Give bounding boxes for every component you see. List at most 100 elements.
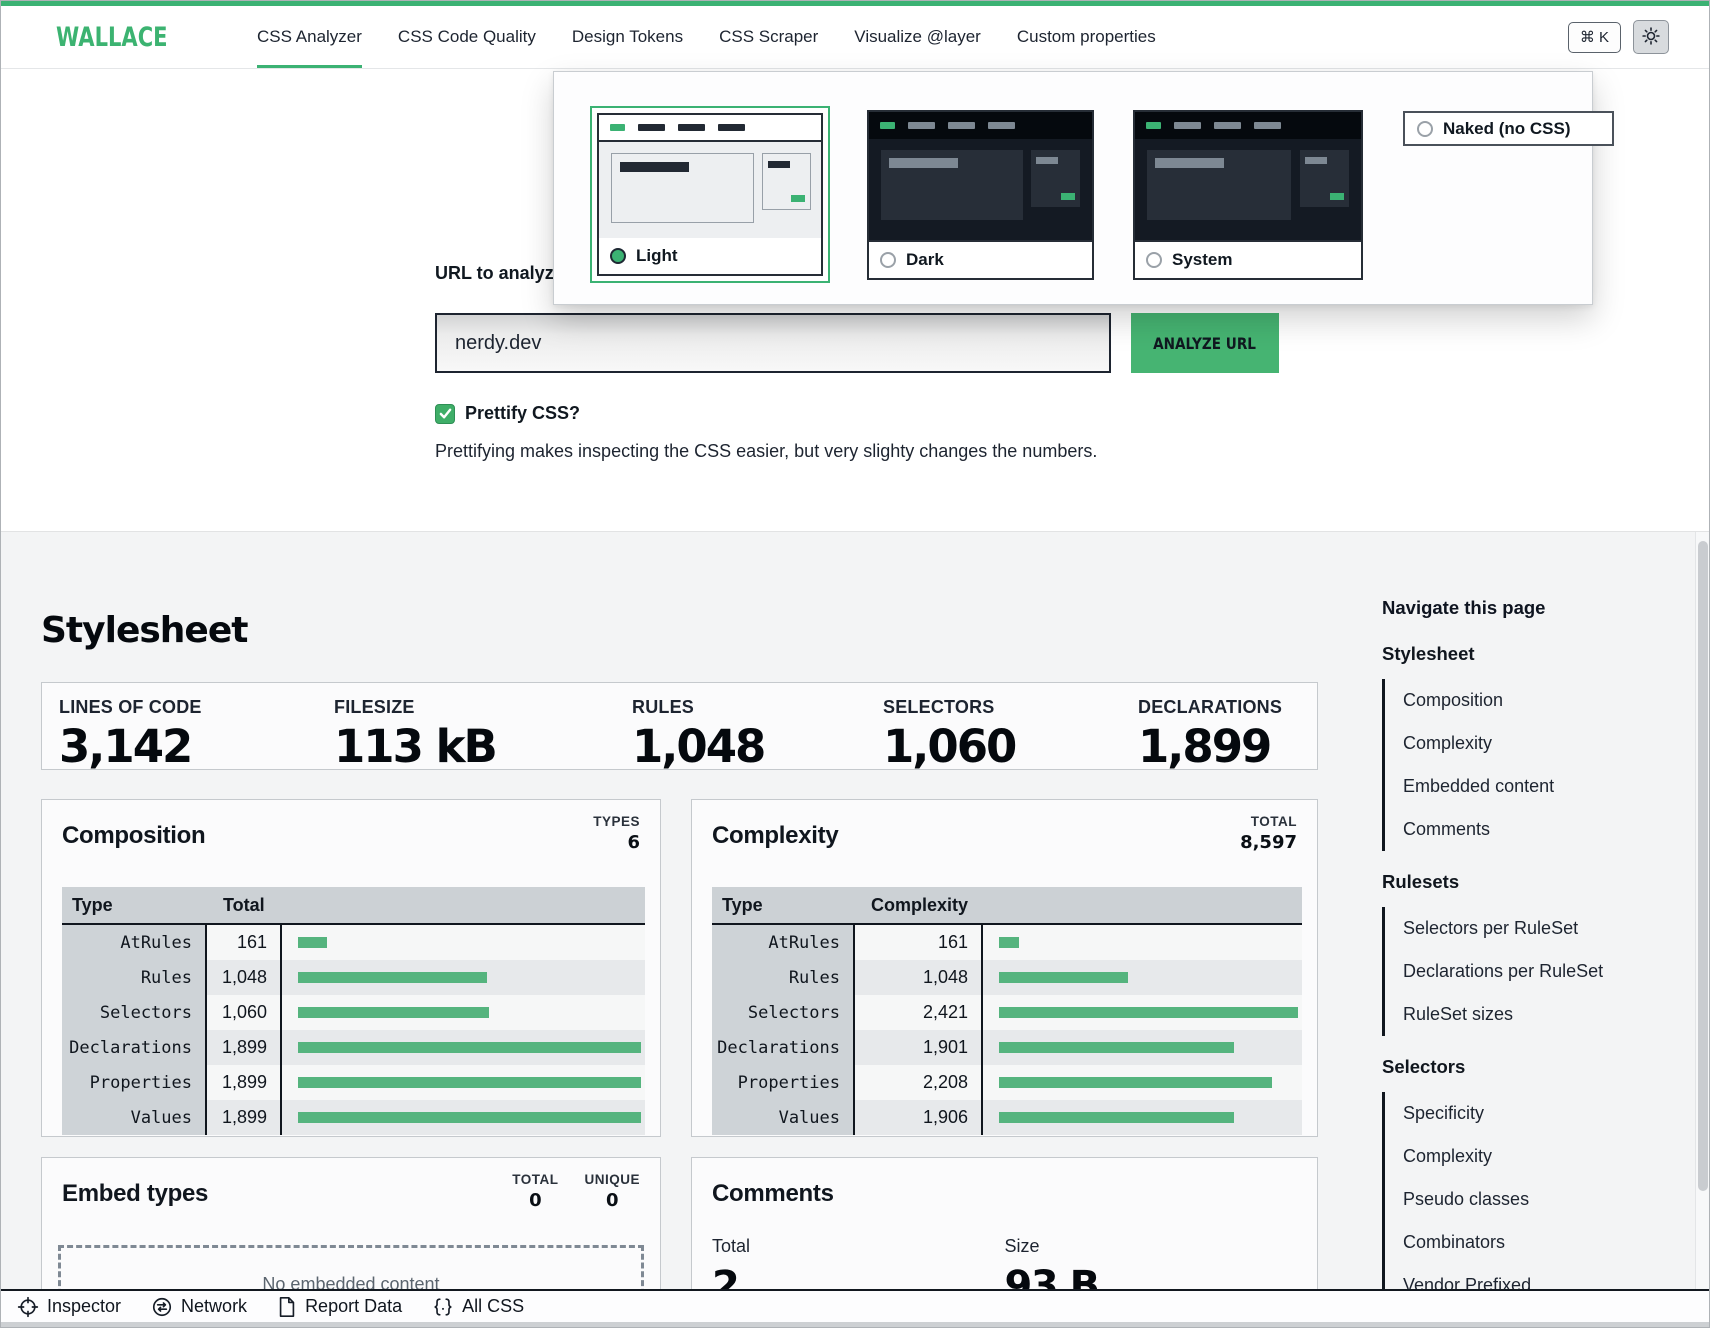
- stat-label: SELECTORS: [883, 697, 1015, 718]
- crosshair-icon: [17, 1296, 39, 1318]
- page-nav-item-complexity[interactable]: Complexity: [1403, 722, 1632, 765]
- table-row: Selectors1,060: [62, 995, 645, 1030]
- row-bar-cell: [983, 1065, 1302, 1100]
- comments-size-label: Size: [1005, 1236, 1298, 1257]
- row-value: 1,048: [855, 960, 983, 995]
- table-row: Rules1,048: [62, 960, 645, 995]
- theme-picker-panel: Light: [553, 71, 1593, 305]
- meta-total: TOTAL0: [512, 1172, 558, 1211]
- row-bar-cell: [282, 1065, 645, 1100]
- thumb-navbar: [599, 115, 821, 142]
- column-header-value: Complexity: [855, 887, 983, 923]
- scrollbar-track[interactable]: [1695, 532, 1710, 1289]
- row-bar-cell: [983, 960, 1302, 995]
- scrollbar-thumb[interactable]: [1698, 541, 1708, 1191]
- page-nav-item-complexity[interactable]: Complexity: [1403, 1135, 1632, 1178]
- stat-rules: RULES1,048: [632, 697, 764, 773]
- theme-option-naked[interactable]: Naked (no CSS): [1403, 111, 1614, 146]
- nav-item-custom-properties[interactable]: Custom properties: [1017, 6, 1156, 68]
- nav-item-visualize-layer[interactable]: Visualize @layer: [854, 6, 981, 68]
- value-bar: [298, 1077, 641, 1088]
- table-row: Values1,899: [62, 1100, 645, 1135]
- analyze-url-button[interactable]: ANALYZE URL: [1131, 313, 1279, 373]
- document-icon: [277, 1296, 297, 1318]
- theme-light-label: Light: [636, 246, 678, 266]
- row-value: 1,901: [855, 1030, 983, 1065]
- value-bar: [298, 1042, 641, 1053]
- row-type: AtRules: [712, 925, 855, 960]
- bottom-strip: [1, 1322, 1709, 1328]
- stat-label: DECLARATIONS: [1138, 697, 1282, 718]
- page-nav-item-embedded-content[interactable]: Embedded content: [1403, 765, 1632, 808]
- footer-item-network[interactable]: Network: [151, 1296, 247, 1318]
- url-input[interactable]: [435, 313, 1111, 373]
- page-nav-heading-selectors[interactable]: Selectors: [1382, 1056, 1632, 1078]
- row-value: 1,899: [207, 1100, 282, 1135]
- row-bar-cell: [983, 995, 1302, 1030]
- embed-types-title: Embed types: [62, 1180, 208, 1208]
- nav-item-css-scraper[interactable]: CSS Scraper: [719, 6, 818, 68]
- stat-label: RULES: [632, 697, 764, 718]
- comments-title: Comments: [712, 1180, 834, 1208]
- nav-item-design-tokens[interactable]: Design Tokens: [572, 6, 683, 68]
- table-row: Values1,906: [712, 1100, 1302, 1135]
- page-nav-item-selectors-per-ruleset[interactable]: Selectors per RuleSet: [1403, 907, 1632, 950]
- theme-option-light[interactable]: Light: [590, 106, 830, 283]
- theme-option-dark[interactable]: Dark: [867, 110, 1094, 280]
- composition-title: Composition: [62, 822, 205, 850]
- composition-panel: Composition TYPES6 TypeTotalAtRules161Ru…: [41, 799, 661, 1137]
- page-nav-item-composition[interactable]: Composition: [1403, 679, 1632, 722]
- nav-item-css-analyzer[interactable]: CSS Analyzer: [257, 6, 362, 68]
- row-type: Declarations: [62, 1030, 207, 1065]
- prettify-row: Prettify CSS?: [435, 403, 580, 424]
- url-label: URL to analyze: [435, 263, 564, 284]
- theme-toggle-button[interactable]: [1633, 20, 1669, 54]
- page-nav-item-comments[interactable]: Comments: [1403, 808, 1632, 851]
- page-nav-item-combinators[interactable]: Combinators: [1403, 1221, 1632, 1264]
- sun-icon: [1641, 26, 1661, 49]
- row-value: 1,048: [207, 960, 282, 995]
- prettify-checkbox[interactable]: [435, 404, 455, 424]
- nav-item-css-code-quality[interactable]: CSS Code Quality: [398, 6, 536, 68]
- table-row: AtRules161: [62, 925, 645, 960]
- table-row: Selectors2,421: [712, 995, 1302, 1030]
- stat-value: 3,142: [59, 720, 202, 773]
- radio-naked[interactable]: [1417, 121, 1433, 137]
- command-palette-button[interactable]: ⌘ K: [1568, 22, 1621, 53]
- row-type: Declarations: [712, 1030, 855, 1065]
- table-row: Properties2,208: [712, 1065, 1302, 1100]
- column-header-value: Total: [207, 887, 282, 923]
- page-nav-heading-rulesets[interactable]: Rulesets: [1382, 871, 1632, 893]
- page-nav-item-specificity[interactable]: Specificity: [1403, 1092, 1632, 1135]
- radio-light[interactable]: [610, 248, 626, 264]
- footer-item-all-css[interactable]: All CSS: [432, 1296, 524, 1318]
- row-bar-cell: [282, 960, 645, 995]
- row-value: 2,208: [855, 1065, 983, 1100]
- radio-dark[interactable]: [880, 252, 896, 268]
- footer-item-report-data[interactable]: Report Data: [277, 1296, 402, 1318]
- row-value: 2,421: [855, 995, 983, 1030]
- complexity-meta: TOTAL8,597: [1240, 814, 1297, 853]
- row-type: Selectors: [712, 995, 855, 1030]
- table-header-row: TypeComplexity: [712, 887, 1302, 925]
- table-row: Rules1,048: [712, 960, 1302, 995]
- footer-item-inspector[interactable]: Inspector: [17, 1296, 121, 1318]
- page-nav-item-declarations-per-ruleset[interactable]: Declarations per RuleSet: [1403, 950, 1632, 993]
- page-nav-heading-stylesheet[interactable]: Stylesheet: [1382, 643, 1632, 665]
- row-bar-cell: [282, 1030, 645, 1065]
- row-type: Rules: [712, 960, 855, 995]
- prettify-label: Prettify CSS?: [465, 403, 580, 424]
- radio-system[interactable]: [1146, 252, 1162, 268]
- braces-icon: [432, 1296, 454, 1318]
- meta-label: UNIQUE: [584, 1172, 640, 1187]
- page-nav-item-ruleset-sizes[interactable]: RuleSet sizes: [1403, 993, 1632, 1036]
- row-type: Rules: [62, 960, 207, 995]
- stat-value: 113 kB: [334, 720, 496, 773]
- page-nav-item-pseudo-classes[interactable]: Pseudo classes: [1403, 1178, 1632, 1221]
- wallace-logo[interactable]: WALLACE: [56, 22, 168, 53]
- theme-option-system[interactable]: System: [1133, 110, 1363, 280]
- footer-item-label: All CSS: [462, 1296, 524, 1317]
- row-value: 161: [207, 925, 282, 960]
- theme-dark-thumbnail: Dark: [869, 112, 1092, 278]
- row-value: 1,906: [855, 1100, 983, 1135]
